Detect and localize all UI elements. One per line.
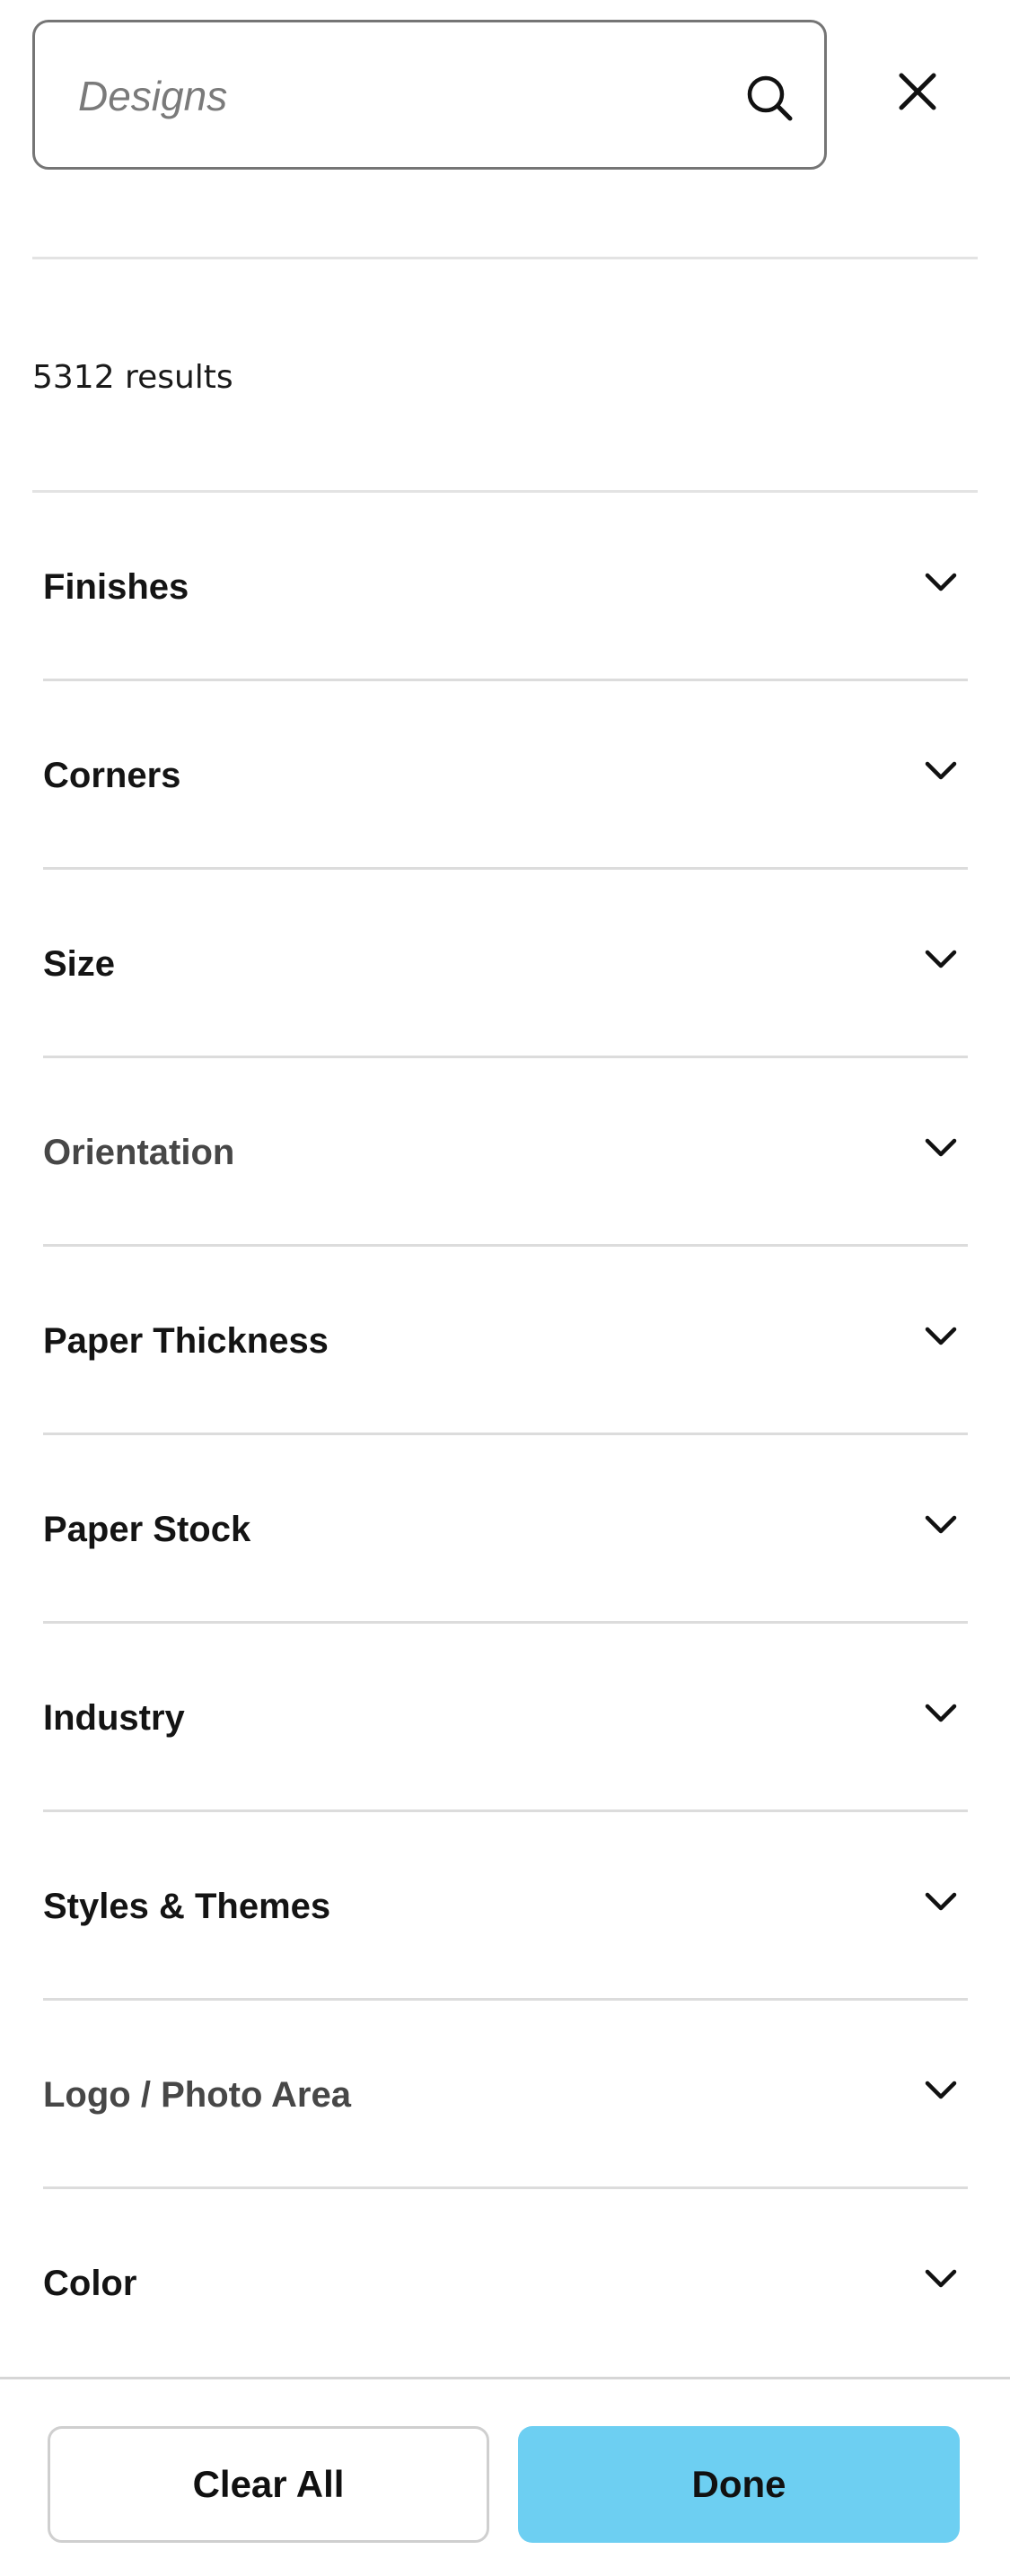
chevron-down-icon[interactable]	[923, 1512, 959, 1538]
chevron-down-icon[interactable]	[923, 947, 959, 972]
bottom-action-bar: Clear All Done	[0, 2377, 1010, 2576]
filter-row-corners[interactable]: Corners	[43, 681, 968, 870]
filter-panel: 5312 results Finishes Corners Size Orientat…	[0, 0, 1010, 2576]
filter-label: Paper Thickness	[43, 1321, 329, 1361]
filter-label: Logo / Photo Area	[43, 2075, 351, 2115]
filter-label: Orientation	[43, 1133, 235, 1172]
filter-row-paper-stock[interactable]: Paper Stock	[43, 1435, 968, 1624]
results-count: 5312 results	[32, 359, 233, 396]
search-input[interactable]	[78, 60, 725, 132]
chevron-down-icon[interactable]	[923, 570, 959, 595]
filter-row-styles-themes[interactable]: Styles & Themes	[43, 1812, 968, 2001]
divider	[32, 257, 978, 259]
filter-row-orientation[interactable]: Orientation	[43, 1058, 968, 1247]
chevron-down-icon[interactable]	[923, 1889, 959, 1914]
chevron-down-icon[interactable]	[923, 1135, 959, 1161]
filter-label: Size	[43, 944, 116, 984]
filter-row-industry[interactable]: Industry	[43, 1624, 968, 1812]
filter-label: Styles & Themes	[43, 1887, 331, 1926]
filter-row-logo-photo-area[interactable]: Logo / Photo Area	[43, 2001, 968, 2189]
clear-all-button[interactable]: Clear All	[48, 2426, 489, 2543]
filter-row-color[interactable]: Color	[43, 2189, 968, 2378]
filter-row-paper-thickness[interactable]: Paper Thickness	[43, 1247, 968, 1435]
chevron-down-icon[interactable]	[923, 1324, 959, 1349]
search-icon[interactable]	[742, 71, 796, 125]
chevron-down-icon[interactable]	[923, 2078, 959, 2103]
done-button[interactable]: Done	[518, 2426, 960, 2543]
filter-row-finishes[interactable]: Finishes	[43, 493, 968, 681]
filter-label: Industry	[43, 1698, 185, 1738]
filter-label: Paper Stock	[43, 1510, 251, 1549]
chevron-down-icon[interactable]	[923, 1701, 959, 1726]
filter-label: Finishes	[43, 567, 189, 607]
filter-list: Finishes Corners Size Orientation Paper Thic…	[43, 493, 968, 2378]
close-icon[interactable]	[891, 65, 944, 118]
chevron-down-icon[interactable]	[923, 758, 959, 784]
search-box[interactable]	[32, 20, 827, 170]
filter-label: Corners	[43, 756, 181, 795]
chevron-down-icon[interactable]	[923, 2266, 959, 2291]
filter-label: Color	[43, 2264, 137, 2303]
filter-row-size[interactable]: Size	[43, 870, 968, 1058]
